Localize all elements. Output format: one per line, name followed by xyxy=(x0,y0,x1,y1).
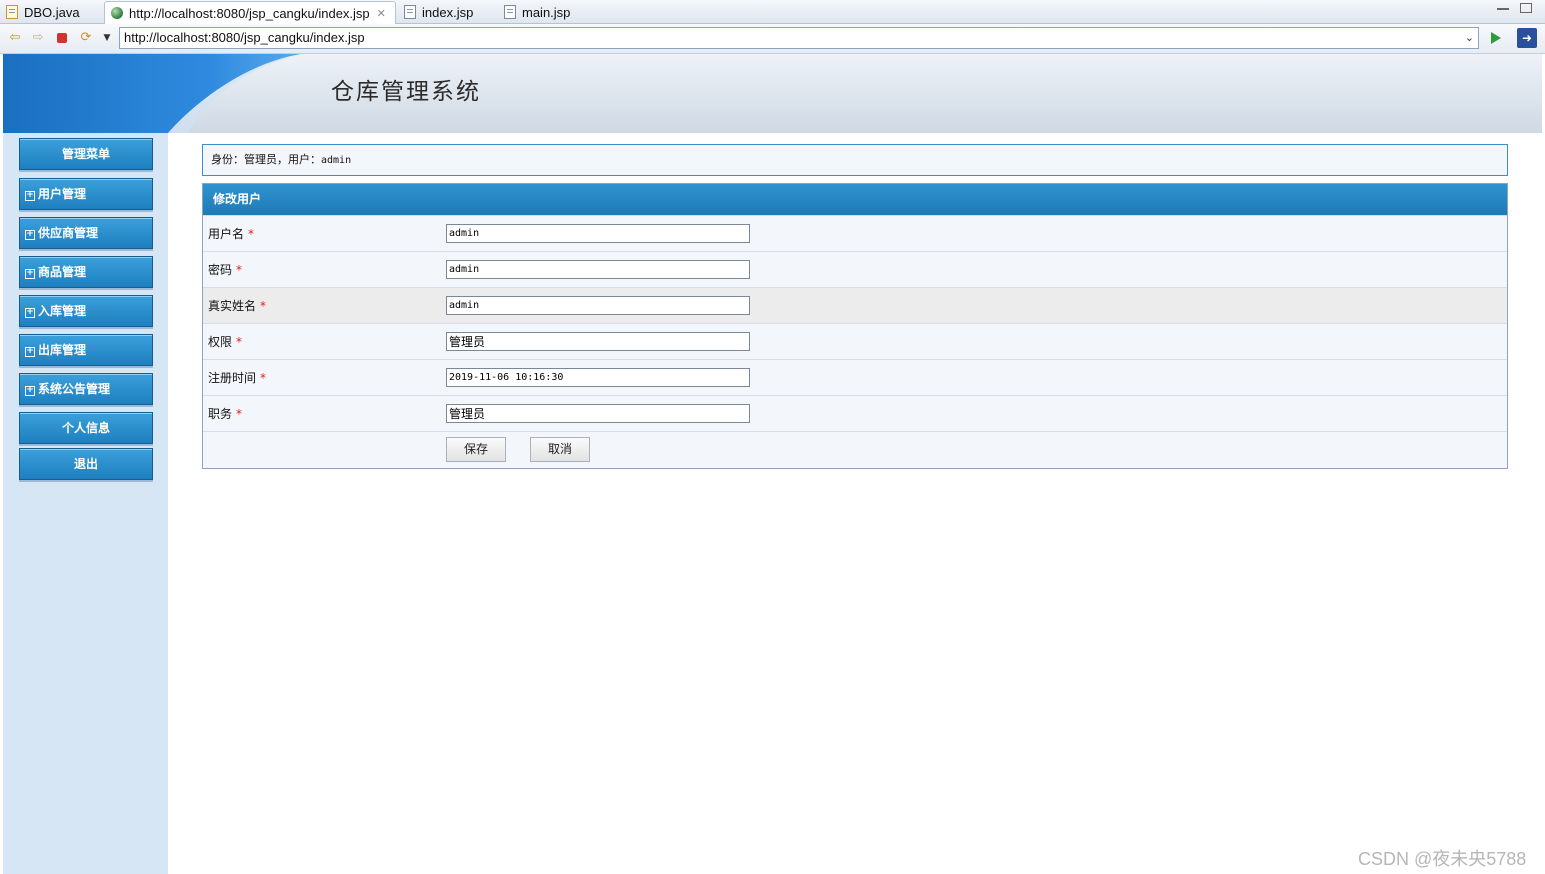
sidebar-item-users[interactable]: + 用户管理 xyxy=(19,178,153,210)
form-row-password: 密码 * xyxy=(203,251,1507,287)
password-field[interactable] xyxy=(446,260,750,279)
save-button[interactable]: 保存 xyxy=(446,437,506,462)
go-play-icon[interactable] xyxy=(1488,30,1504,46)
edit-user-form: 修改用户 用户名* 密码* 真实姓名* 权限* 注册时间* 职务* 保存 取消 xyxy=(202,183,1508,469)
permission-field[interactable] xyxy=(446,332,750,351)
position-field[interactable] xyxy=(446,404,750,423)
address-bar[interactable]: http://localhost:8080/jsp_cangku/index.j… xyxy=(119,27,1479,49)
minimize-icon[interactable] xyxy=(1497,8,1509,10)
url-text: http://localhost:8080/jsp_cangku/index.j… xyxy=(124,30,365,45)
jsp-file-icon xyxy=(404,5,416,19)
field-label-text: 注册时间 xyxy=(208,371,257,385)
sidebar-item-label: 出库管理 xyxy=(38,343,87,357)
field-label-text: 真实姓名 xyxy=(208,299,257,313)
chevron-down-icon[interactable]: ▼ xyxy=(99,30,115,46)
field-label-text: 用户名 xyxy=(208,227,245,241)
form-row-realname: 真实姓名 * xyxy=(203,287,1507,323)
sidebar-menu-title: 管理菜单 xyxy=(19,138,153,170)
form-row-permission: 权限 * xyxy=(203,323,1507,359)
page-title: 仓库管理系统 xyxy=(331,79,481,105)
sidebar-item-inbound[interactable]: + 入库管理 xyxy=(19,295,153,327)
field-label-text: 密码 xyxy=(208,263,233,277)
globe-icon xyxy=(111,7,123,19)
watermark: CSDN @夜未央5788 xyxy=(1358,849,1527,869)
field-label-text: 职务 xyxy=(208,407,233,421)
sidebar-item-label: 供应商管理 xyxy=(38,226,99,240)
registration-time-field[interactable] xyxy=(446,368,750,387)
sidebar-item-announcements[interactable]: + 系统公告管理 xyxy=(19,373,153,405)
sidebar-item-products[interactable]: + 商品管理 xyxy=(19,256,153,288)
field-label-text: 权限 xyxy=(208,335,233,349)
required-mark: * xyxy=(236,335,243,349)
expand-plus-icon: + xyxy=(25,346,35,357)
sidebar: 管理菜单 + 用户管理 + 供应商管理 + 商品管理 + 入库管理 + 出库管理 + 系统公… xyxy=(3,133,168,874)
field-label: 真实姓名 * xyxy=(208,288,266,324)
identity-username: admin xyxy=(321,155,352,166)
expand-plus-icon: + xyxy=(25,307,35,318)
sidebar-item-suppliers[interactable]: + 供应商管理 xyxy=(19,217,153,249)
required-mark: * xyxy=(260,371,267,385)
close-icon[interactable]: ✕ xyxy=(377,7,386,20)
tab-browser-index[interactable]: http://localhost:8080/jsp_cangku/index.j… xyxy=(104,1,396,24)
stop-icon[interactable] xyxy=(54,30,70,46)
java-file-icon xyxy=(6,5,18,19)
required-mark: * xyxy=(236,263,243,277)
tab-label: http://localhost:8080/jsp_cangku/index.j… xyxy=(129,5,370,21)
username-field[interactable] xyxy=(446,224,750,243)
logout-label: 退出 xyxy=(73,457,98,471)
editor-tab-strip: DBO.java http://localhost:8080/jsp_cangk… xyxy=(0,0,1545,24)
refresh-icon[interactable]: ⟳ xyxy=(78,30,94,46)
field-label: 密码 * xyxy=(208,252,242,288)
tab-label: main.jsp xyxy=(522,4,571,20)
browser-toolbar: ⇦ ⇨ ⟳ ▼ http://localhost:8080/jsp_cangku… xyxy=(0,24,1545,54)
required-mark: * xyxy=(248,227,255,241)
sidebar-item-outbound[interactable]: + 出库管理 xyxy=(19,334,153,366)
expand-plus-icon: + xyxy=(25,190,35,201)
cancel-button[interactable]: 取消 xyxy=(530,437,590,462)
sidebar-item-label: 入库管理 xyxy=(38,304,87,318)
logout-button[interactable]: 退出 xyxy=(19,448,153,480)
forward-arrow-icon[interactable]: ⇨ xyxy=(30,30,46,46)
form-title: 修改用户 xyxy=(203,184,1507,215)
sidebar-item-profile[interactable]: 个人信息 xyxy=(19,412,153,444)
tab-label: DBO.java xyxy=(24,4,80,20)
form-row-actions: 保存 取消 xyxy=(203,431,1507,467)
back-arrow-icon[interactable]: ⇦ xyxy=(7,30,23,46)
form-row-username: 用户名 * xyxy=(203,215,1507,251)
identity-prefix: 身份：管理员，用户： xyxy=(211,153,321,166)
jsp-file-icon xyxy=(504,5,516,19)
header-swoosh-graphic xyxy=(3,54,301,133)
sidebar-title-label: 管理菜单 xyxy=(61,147,110,161)
page-header: 仓库管理系统 xyxy=(3,54,1542,133)
chevron-down-icon[interactable]: ⌄ xyxy=(1465,28,1474,48)
maximize-icon[interactable] xyxy=(1520,3,1532,13)
expand-plus-icon: + xyxy=(25,268,35,279)
field-label: 职务 * xyxy=(208,396,242,432)
sidebar-item-label: 系统公告管理 xyxy=(38,382,111,396)
form-row-position: 职务 * xyxy=(203,395,1507,431)
identity-bar: 身份：管理员，用户：admin xyxy=(202,144,1508,176)
field-label: 用户名 * xyxy=(208,216,254,252)
external-browser-icon[interactable]: ➜ xyxy=(1517,28,1537,48)
realname-field[interactable] xyxy=(446,296,750,315)
sidebar-item-label: 商品管理 xyxy=(38,265,87,279)
field-label: 权限 * xyxy=(208,324,242,360)
expand-plus-icon: + xyxy=(25,229,35,240)
required-mark: * xyxy=(260,299,267,313)
required-mark: * xyxy=(236,407,243,421)
tab-index-jsp[interactable]: index.jsp xyxy=(398,1,494,23)
form-row-regtime: 注册时间 * xyxy=(203,359,1507,395)
sidebar-item-label: 用户管理 xyxy=(38,187,87,201)
sidebar-item-label: 个人信息 xyxy=(61,421,110,435)
tab-main-jsp[interactable]: main.jsp xyxy=(498,1,594,23)
field-label: 注册时间 * xyxy=(208,360,266,396)
tab-dbo-java[interactable]: DBO.java xyxy=(0,1,100,23)
tab-label: index.jsp xyxy=(422,4,474,20)
expand-plus-icon: + xyxy=(25,385,35,396)
